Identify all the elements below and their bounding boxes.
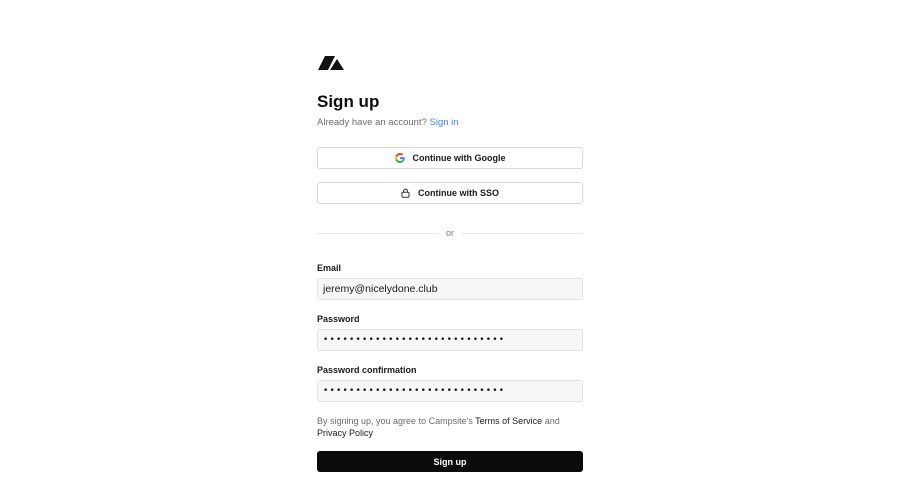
password-confirmation-label: Password confirmation <box>317 365 417 375</box>
signin-prompt-text: Already have an account? <box>317 117 427 128</box>
signup-page: Sign up Already have an account? Sign in… <box>0 0 900 484</box>
terms-of-service-link[interactable]: Terms of Service <box>475 416 542 426</box>
continue-with-google-button[interactable]: Continue with Google <box>317 147 583 169</box>
terms-and: and <box>544 416 560 426</box>
privacy-policy-link[interactable]: Privacy Policy <box>317 428 373 438</box>
email-label: Email <box>317 263 342 273</box>
terms-prefix: By signing up, you agree to Campsite's <box>317 416 473 426</box>
signin-link[interactable]: Sign in <box>430 117 459 128</box>
google-icon <box>394 153 405 163</box>
password-field[interactable] <box>317 329 583 351</box>
lock-icon <box>401 188 410 198</box>
password-label: Password <box>317 314 360 324</box>
divider-line-right <box>462 233 583 234</box>
terms-notice: By signing up, you agree to Campsite's T… <box>317 415 587 439</box>
continue-with-sso-button[interactable]: Continue with SSO <box>317 182 583 204</box>
or-divider: or <box>317 226 583 240</box>
campsite-logo-icon <box>318 56 344 70</box>
password-confirmation-field[interactable] <box>317 380 583 402</box>
sso-button-label: Continue with SSO <box>418 188 499 198</box>
signin-prompt: Already have an account? Sign in <box>317 116 459 129</box>
page-title: Sign up <box>317 92 380 111</box>
email-field[interactable] <box>317 278 583 300</box>
google-button-label: Continue with Google <box>412 153 506 163</box>
sign-up-button[interactable]: Sign up <box>317 451 583 472</box>
